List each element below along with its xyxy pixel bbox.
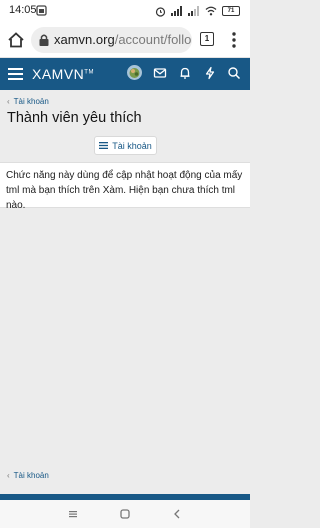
notification-icon xyxy=(36,5,47,16)
inbox-icon[interactable] xyxy=(153,66,167,80)
battery-icon: 71 xyxy=(222,6,240,16)
home-icon[interactable] xyxy=(6,30,26,50)
bell-icon[interactable] xyxy=(178,66,192,80)
search-icon[interactable] xyxy=(227,66,241,80)
wifi-icon xyxy=(205,6,217,16)
breadcrumb[interactable]: ‹ Tài khoản xyxy=(7,97,49,106)
main-content: ‹ Tài khoản Thành viên yêu thích Tài khoả… xyxy=(0,90,250,494)
url-domain: xamvn.org xyxy=(54,32,115,47)
site-logo-mark: TM xyxy=(84,69,94,76)
lightning-icon[interactable] xyxy=(203,66,217,80)
battery-level: 71 xyxy=(227,8,235,14)
signal-icon xyxy=(171,6,182,16)
breadcrumb-bottom[interactable]: ‹ Tài khoản xyxy=(7,471,49,480)
recent-apps-icon[interactable] xyxy=(67,508,79,520)
tab-switcher-button[interactable]: 1 xyxy=(200,32,214,46)
home-nav-icon[interactable] xyxy=(119,508,131,520)
site-logo[interactable]: XAMVNTM xyxy=(32,66,94,82)
account-menu-button[interactable]: Tài khoản xyxy=(94,136,157,155)
page-title: Thành viên yêu thích xyxy=(7,110,142,126)
status-bar: 14:05 71 xyxy=(0,0,250,22)
lock-icon xyxy=(39,34,49,46)
address-bar[interactable]: xamvn.org/account/follo xyxy=(31,27,192,53)
status-time: 14:05 xyxy=(9,4,37,16)
breadcrumb-link[interactable]: Tài khoản xyxy=(14,97,49,106)
chevron-left-icon: ‹ xyxy=(7,97,10,106)
back-icon[interactable] xyxy=(171,508,183,520)
avatar[interactable] xyxy=(127,65,142,80)
empty-state-notice: Chức năng này dùng để cập nhật hoạt động… xyxy=(0,162,250,211)
more-menu-icon[interactable] xyxy=(226,31,242,49)
browser-toolbar: xamvn.org/account/follo 1 xyxy=(0,22,250,58)
breadcrumb-link[interactable]: Tài khoản xyxy=(14,471,49,480)
alarm-icon xyxy=(155,6,166,17)
hamburger-menu-icon[interactable] xyxy=(8,66,23,82)
url-path: /account/follo xyxy=(114,32,192,47)
signal-icon-2 xyxy=(188,6,199,16)
status-icons: 71 xyxy=(155,4,240,18)
list-icon xyxy=(99,142,109,149)
chevron-left-icon: ‹ xyxy=(7,471,10,480)
system-nav-bar xyxy=(0,500,250,528)
url-text: xamvn.org/account/follo xyxy=(54,32,191,47)
site-header: XAMVNTM xyxy=(0,58,250,90)
site-logo-text: XAMVN xyxy=(32,66,85,82)
account-menu-label: Tài khoản xyxy=(112,140,152,151)
